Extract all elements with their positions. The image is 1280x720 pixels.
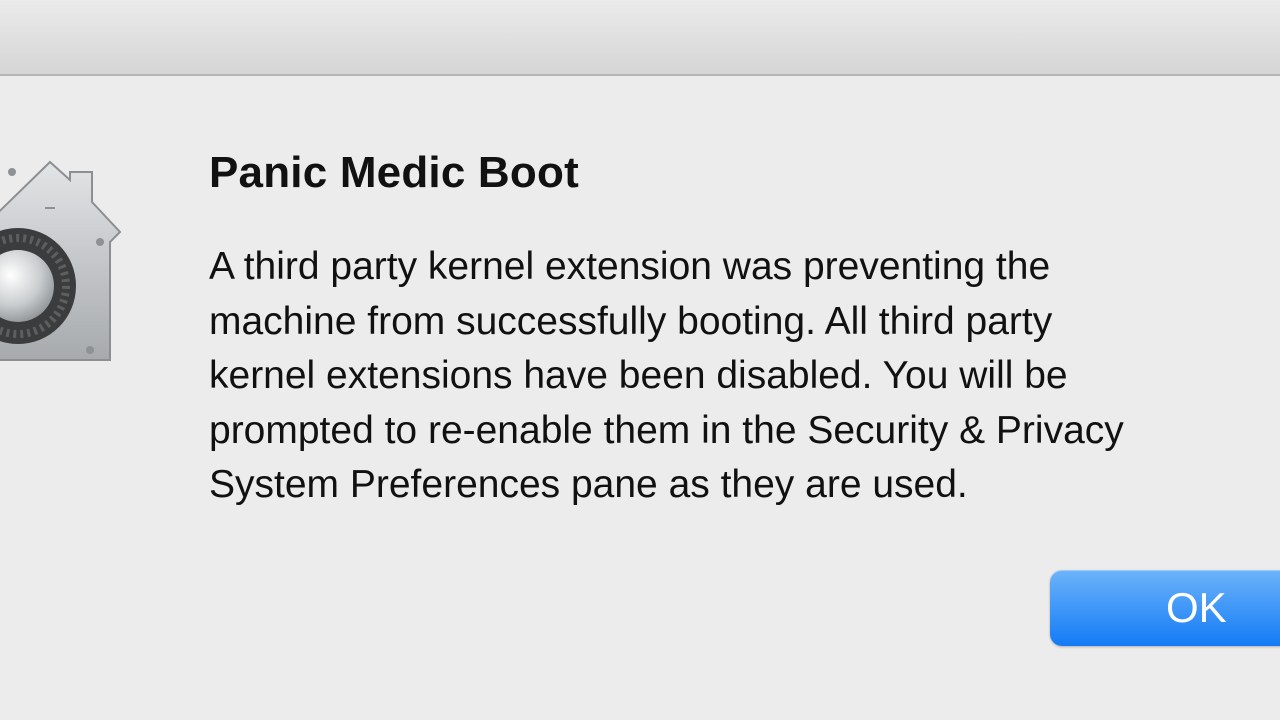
dialog-title: Panic Medic Boot [209,148,579,197]
window-titlebar [0,0,1280,76]
message-line: machine from successfully booting. All t… [209,299,1053,343]
dialog-message: A third party kernel extension was preve… [209,240,1280,513]
message-line: System Preferences pane as they are used… [209,463,968,506]
ok-button[interactable]: OK [1050,570,1280,646]
message-line: prompted to re-enable them in the Securi… [209,408,1124,452]
security-lock-house-icon [0,150,130,370]
message-line: kernel extensions have been disabled. Yo… [209,354,1068,397]
message-line: A third party kernel extension was preve… [209,245,1051,288]
